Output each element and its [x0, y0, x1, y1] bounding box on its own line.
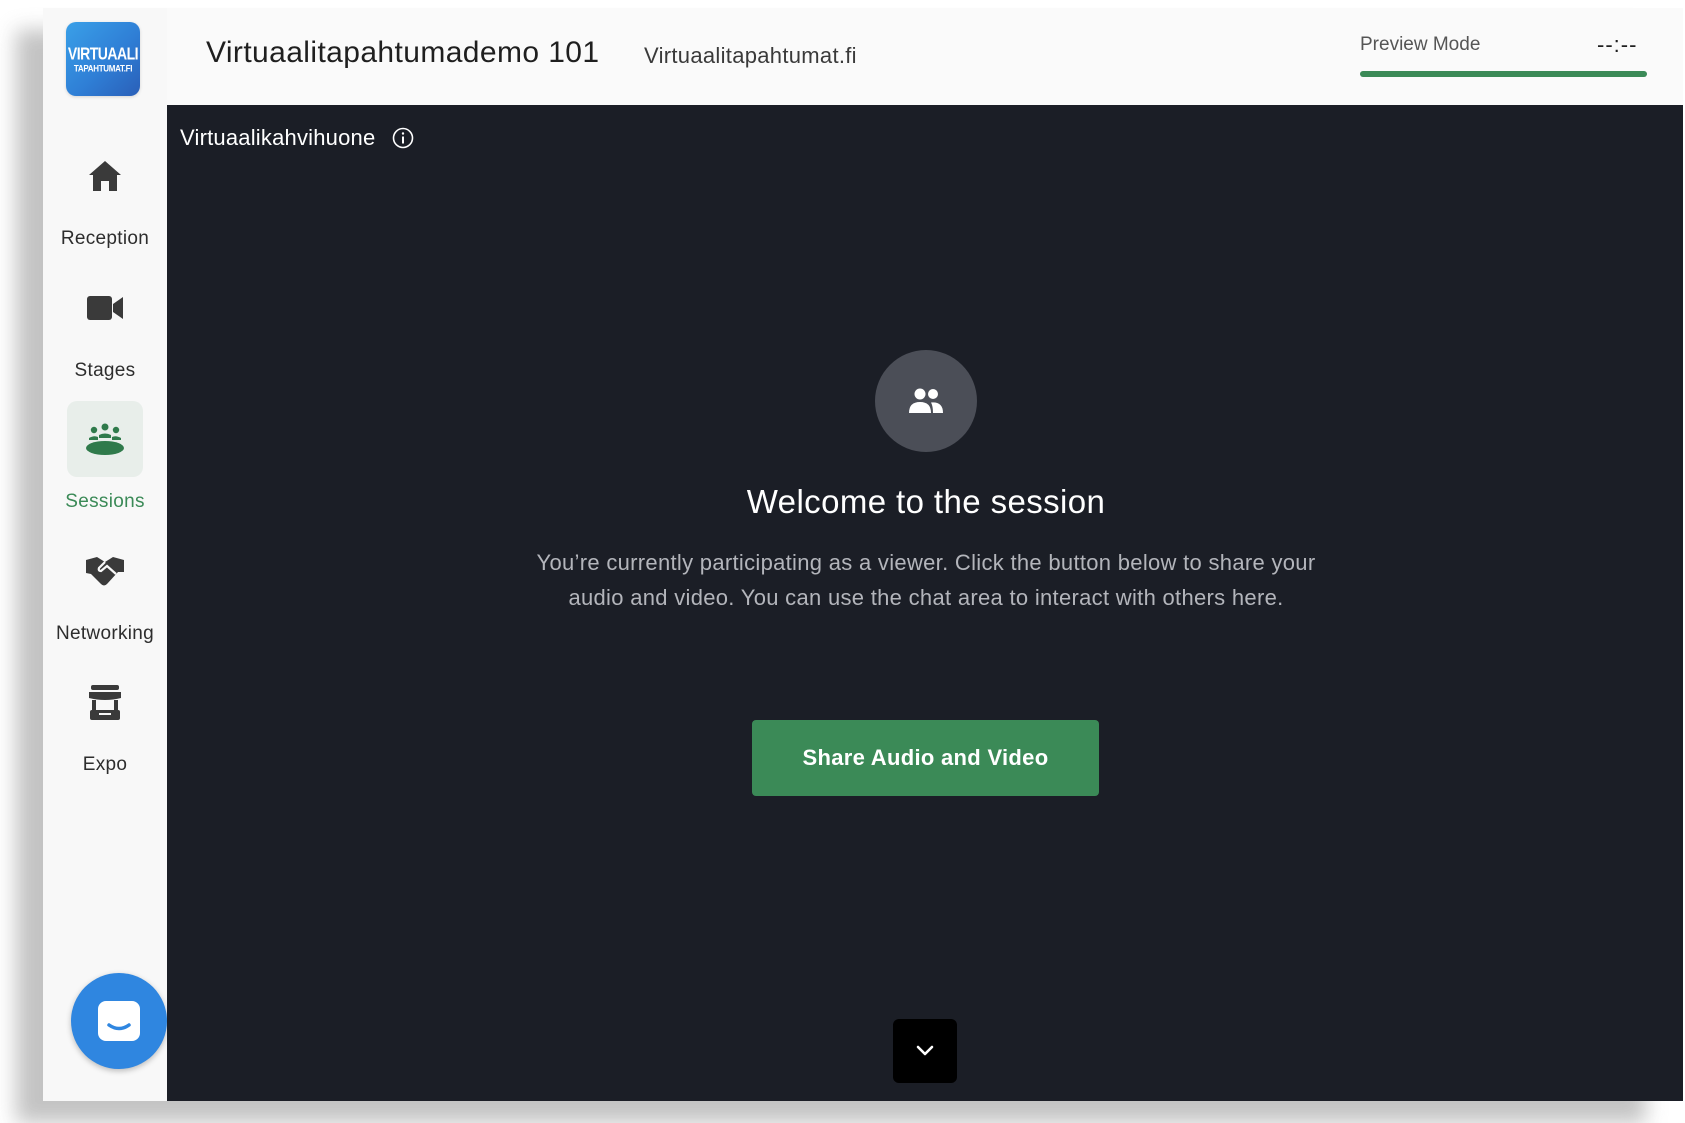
info-icon[interactable] [392, 127, 414, 149]
sidebar-item-label: Expo [82, 754, 128, 775]
sidebar-item-stages[interactable]: Stages [43, 270, 167, 398]
sidebar-item-expo[interactable]: Expo [43, 664, 167, 792]
logo-line-1: VIRTUAALI [67, 42, 139, 63]
sidebar-item-sessions[interactable]: Sessions [43, 401, 167, 529]
welcome-title: Welcome to the session [746, 483, 1106, 520]
logo-line-2: TAPAHTUMAT.FI [73, 62, 133, 74]
handshake-icon [86, 557, 124, 586]
preview-progress-fill [1360, 71, 1647, 77]
chevron-down-icon [916, 1045, 934, 1056]
sidebar-item-label: Networking [55, 623, 155, 644]
preview-mode-label: Preview Mode [1360, 34, 1481, 55]
sidebar: VIRTUAALI TAPAHTUMAT.FI Reception Stages [43, 8, 167, 1101]
sidebar-item-label: Sessions [65, 491, 145, 512]
share-audio-video-button[interactable]: Share Audio and Video [752, 720, 1099, 796]
top-header: Virtuaalitapahtumademo 101 Virtuaalitapa… [167, 8, 1683, 105]
networking-icon-wrap [67, 533, 143, 609]
sidebar-item-label: Reception [60, 228, 150, 249]
welcome-description: You’re currently participating as a view… [536, 550, 1316, 610]
sidebar-item-reception[interactable]: Reception [43, 138, 167, 266]
organizer-name[interactable]: Virtuaalitapahtumat.fi [644, 43, 857, 69]
sidebar-item-networking[interactable]: Networking [43, 533, 167, 661]
sidebar-item-label: Stages [74, 360, 136, 381]
brand-logo[interactable]: VIRTUAALI TAPAHTUMAT.FI [66, 22, 140, 96]
app-window: VIRTUAALI TAPAHTUMAT.FI Reception Stages [43, 8, 1683, 1101]
group-table-icon [86, 423, 124, 455]
video-camera-icon [87, 296, 123, 320]
preview-progress-bar [1360, 71, 1647, 77]
stages-icon-wrap [67, 270, 143, 346]
participants-avatar [875, 350, 977, 452]
sessions-icon-wrap [67, 401, 143, 477]
expand-panel-button[interactable] [893, 1019, 957, 1083]
booth-icon [89, 685, 121, 720]
home-icon [89, 161, 121, 191]
reception-icon-wrap [67, 138, 143, 214]
room-name: Virtuaalikahvihuone [180, 125, 376, 150]
chat-icon [98, 1001, 140, 1041]
chat-launcher-button[interactable] [71, 973, 167, 1069]
event-title: Virtuaalitapahtumademo 101 [206, 36, 600, 69]
people-icon [909, 388, 943, 413]
expo-icon-wrap [67, 664, 143, 740]
session-stage: Virtuaalikahvihuone Welcome to the sessi… [167, 105, 1683, 1101]
countdown-timer: --:-- [1597, 32, 1638, 57]
